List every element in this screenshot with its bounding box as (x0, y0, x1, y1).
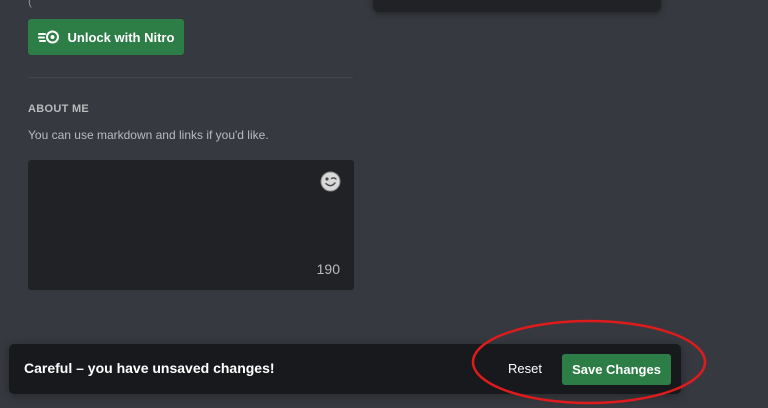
unlock-nitro-label: Unlock with Nitro (67, 29, 175, 45)
popout-panel (373, 0, 661, 12)
emoji-icon[interactable] (320, 171, 341, 192)
about-me-field: 190 (28, 160, 354, 290)
save-changes-button[interactable]: Save Changes (562, 354, 671, 385)
unlock-nitro-button[interactable]: Unlock with Nitro (28, 19, 184, 55)
reset-button[interactable]: Reset (508, 361, 542, 376)
clipped-text: ( (28, 0, 32, 8)
unsaved-changes-bar: Careful – you have unsaved changes! Rese… (9, 344, 681, 394)
character-counter: 190 (316, 261, 340, 277)
about-me-input[interactable] (28, 160, 354, 290)
about-me-title: ABOUT ME (28, 103, 90, 115)
unsaved-changes-message: Careful – you have unsaved changes! (24, 360, 275, 376)
section-divider (28, 77, 353, 78)
nitro-icon (37, 30, 60, 44)
about-me-description: You can use markdown and links if you'd … (28, 128, 269, 142)
